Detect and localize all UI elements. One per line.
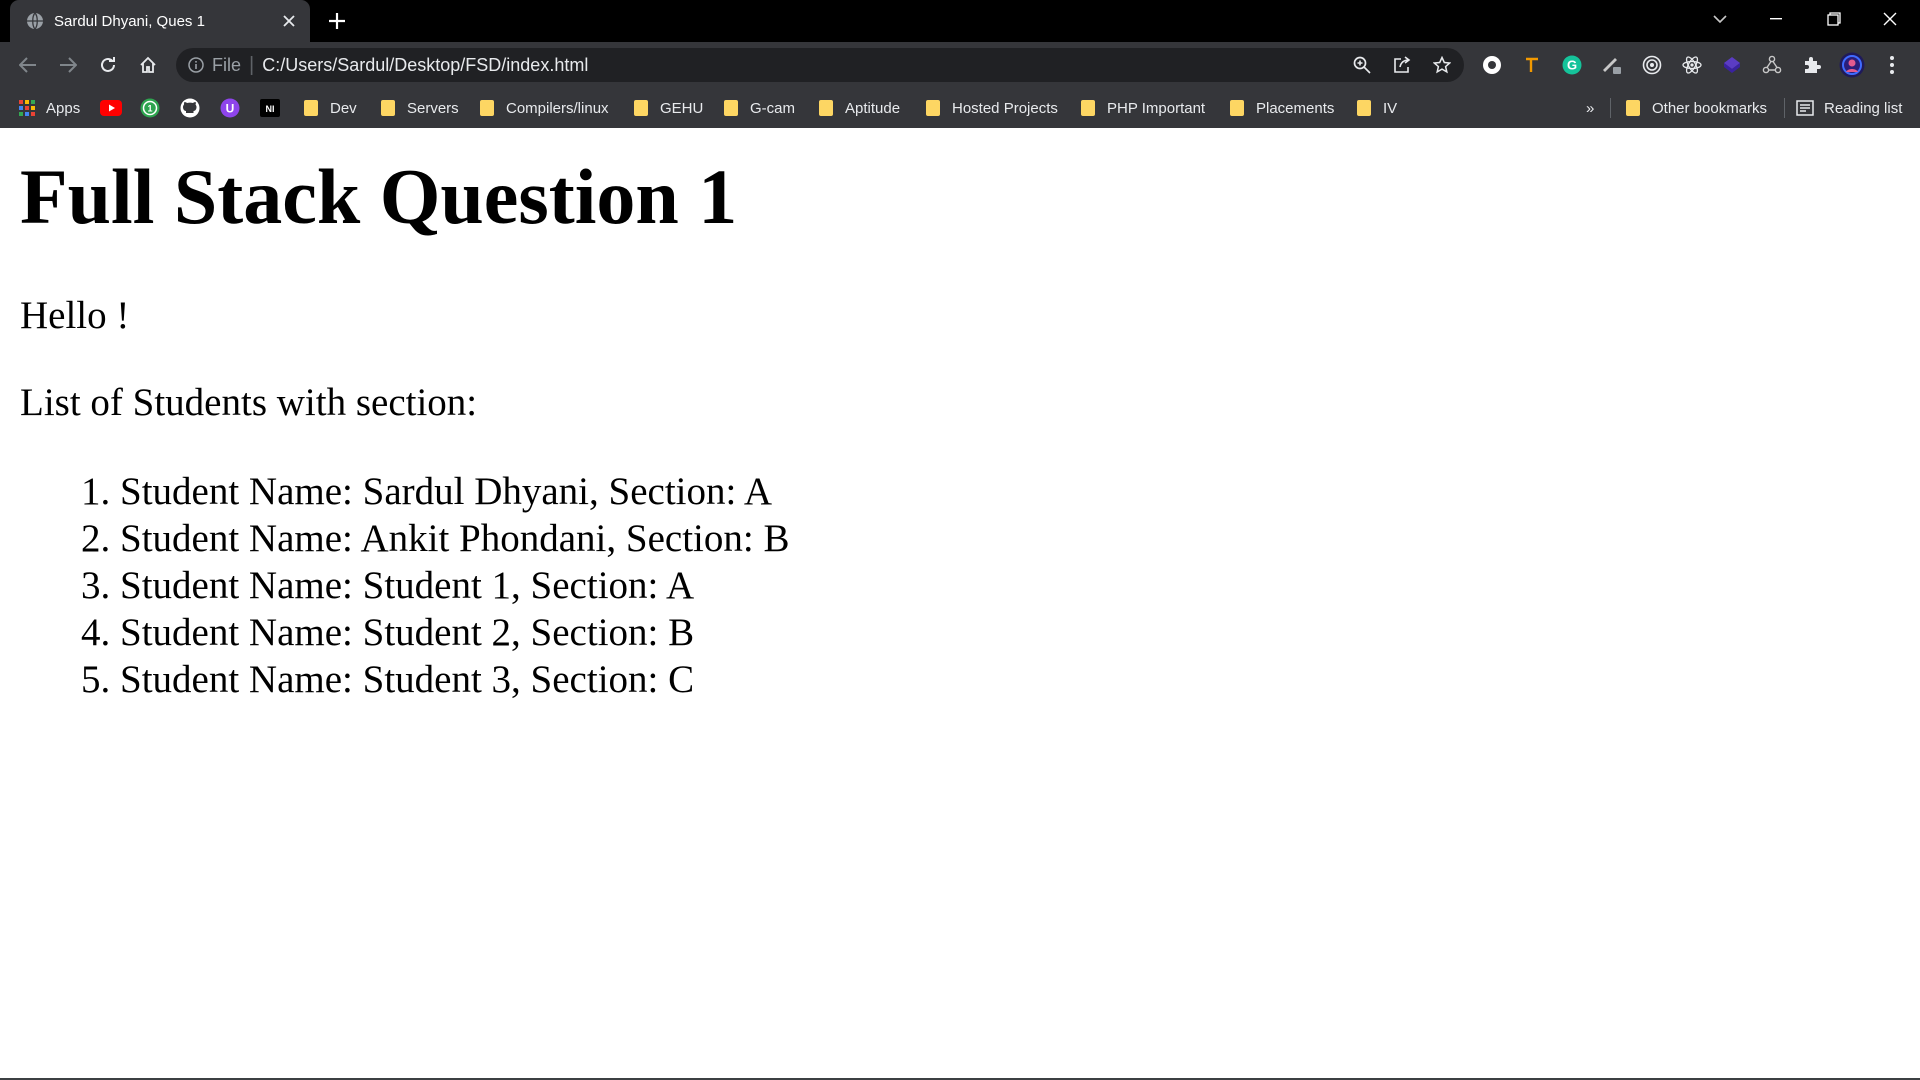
reading-list-icon: [1796, 99, 1814, 117]
folder-icon: [924, 99, 942, 117]
folder-icon: [1355, 99, 1373, 117]
list-item: Student Name: Ankit Phondani, Section: B: [120, 515, 789, 562]
page-title: Full Stack Question 1: [20, 153, 738, 240]
page-content: Full Stack Question 1 Hello ! List of St…: [0, 128, 1920, 1078]
folder-icon: [1624, 99, 1642, 117]
folder-icon: [379, 99, 397, 117]
folder-icon: [1228, 99, 1246, 117]
pen-icon[interactable]: [1596, 49, 1628, 81]
list-item: Student Name: Student 1, Section: A: [120, 562, 789, 609]
greeting-text: Hello !: [20, 294, 130, 337]
bookmark-label: Reading list: [1824, 99, 1903, 117]
browser-toolbar: File | C:/Users/Sardul/Desktop/FSD/index…: [0, 42, 1920, 88]
bookmark-label: Hosted Projects: [952, 99, 1058, 117]
menu-dots-icon[interactable]: [1876, 49, 1908, 81]
list-item: Student Name: Student 2, Section: B: [120, 609, 789, 656]
folder-icon: [478, 99, 496, 117]
svg-text:G: G: [1567, 58, 1577, 73]
bookmark-label: Placements: [1256, 99, 1335, 117]
bookmark-label: Servers: [407, 99, 459, 117]
tab-strip: Sardul Dhyani, Ques 1: [0, 0, 1920, 42]
svg-text:U: U: [226, 102, 235, 116]
folder-icon: [302, 99, 320, 117]
url-scheme: File: [212, 54, 242, 75]
bookmark-folder[interactable]: Servers: [379, 94, 459, 122]
back-button[interactable]: [12, 49, 44, 81]
close-tab-icon[interactable]: [278, 10, 300, 32]
url-text[interactable]: C:/Users/Sardul/Desktop/FSD/index.html: [262, 55, 1346, 76]
bookmark-folder[interactable]: Placements: [1228, 94, 1334, 122]
youtube-icon[interactable]: [100, 94, 122, 122]
u-icon[interactable]: U: [220, 94, 240, 122]
bookmark-label: G-cam: [750, 99, 795, 117]
bookmark-folder[interactable]: PHP Important: [1079, 94, 1205, 122]
divider: [1784, 98, 1785, 118]
bookmark-label: Compilers/linux: [506, 99, 609, 117]
bookmark-label: Dev: [330, 99, 357, 117]
bookmarks-overflow-button[interactable]: »: [1586, 94, 1594, 122]
divider: [1610, 98, 1611, 118]
tab-search-icon[interactable]: [1692, 0, 1748, 38]
address-bar[interactable]: File | C:/Users/Sardul/Desktop/FSD/index…: [176, 48, 1464, 82]
cube-icon[interactable]: [1716, 49, 1748, 81]
react-devtools-icon[interactable]: [1676, 49, 1708, 81]
browser-tab[interactable]: Sardul Dhyani, Ques 1: [10, 0, 310, 42]
folder-icon: [722, 99, 740, 117]
bookmark-label: Apps: [46, 99, 81, 117]
reload-button[interactable]: [92, 49, 124, 81]
list-intro-text: List of Students with section:: [20, 381, 478, 424]
bookmark-folder[interactable]: GEHU: [632, 94, 703, 122]
puzzle-icon[interactable]: [1796, 49, 1828, 81]
bookmark-label: PHP Important: [1107, 99, 1206, 117]
target-icon[interactable]: [1636, 49, 1668, 81]
list-item: Student Name: Sardul Dhyani, Section: A: [120, 468, 789, 515]
minimize-button[interactable]: [1748, 0, 1804, 38]
folder-icon: [1079, 99, 1097, 117]
bookmark-other[interactable]: Other bookmarks: [1624, 94, 1767, 122]
avatar[interactable]: [1836, 49, 1868, 81]
share-icon[interactable]: [1386, 49, 1418, 81]
bookmark-folder[interactable]: Compilers/linux: [478, 94, 609, 122]
new-tab-button[interactable]: [324, 8, 350, 34]
bookmark-label: Other bookmarks: [1652, 99, 1768, 117]
forward-button[interactable]: [52, 49, 84, 81]
url-separator: |: [249, 53, 255, 76]
apps-grid-icon: [18, 99, 36, 117]
bookmark-label: Aptitude: [845, 99, 901, 117]
bookmarks-bar: Apps 1 U NI Dev Servers Compilers/linux …: [0, 88, 1920, 128]
bookmark-folder[interactable]: IV: [1355, 94, 1397, 122]
github-icon[interactable]: [180, 94, 200, 122]
n-icon[interactable]: NI: [260, 94, 280, 122]
zoom-icon[interactable]: [1346, 49, 1378, 81]
tag-icon[interactable]: [1516, 49, 1548, 81]
nodes-icon[interactable]: [1756, 49, 1788, 81]
folder-icon: [632, 99, 650, 117]
svg-text:NI: NI: [266, 104, 275, 114]
timer-icon[interactable]: 1: [140, 94, 160, 122]
list-item: Student Name: Student 3, Section: C: [120, 656, 789, 703]
bookmark-star-icon[interactable]: [1426, 49, 1458, 81]
globe-icon: [26, 12, 44, 30]
grammarly-icon[interactable]: G: [1556, 49, 1588, 81]
bookmark-folder[interactable]: Aptitude: [817, 94, 900, 122]
restore-button[interactable]: [1806, 0, 1862, 38]
bookmark-folder[interactable]: G-cam: [722, 94, 795, 122]
bookmark-label: IV: [1383, 99, 1398, 117]
bookmark-apps[interactable]: Apps: [18, 94, 80, 122]
student-list: Student Name: Sardul Dhyani, Section: A …: [0, 468, 789, 703]
bookmark-folder[interactable]: Hosted Projects: [924, 94, 1058, 122]
bookmark-label: GEHU: [660, 99, 704, 117]
reading-list-button[interactable]: Reading list: [1796, 94, 1902, 122]
folder-icon: [817, 99, 835, 117]
tab-title: Sardul Dhyani, Ques 1: [54, 12, 205, 30]
profile-circle-icon[interactable]: [1476, 49, 1508, 81]
home-button[interactable]: [132, 49, 164, 81]
bookmark-folder[interactable]: Dev: [302, 94, 357, 122]
close-window-button[interactable]: [1862, 0, 1918, 38]
svg-text:1: 1: [147, 104, 152, 114]
info-icon[interactable]: [188, 57, 204, 73]
